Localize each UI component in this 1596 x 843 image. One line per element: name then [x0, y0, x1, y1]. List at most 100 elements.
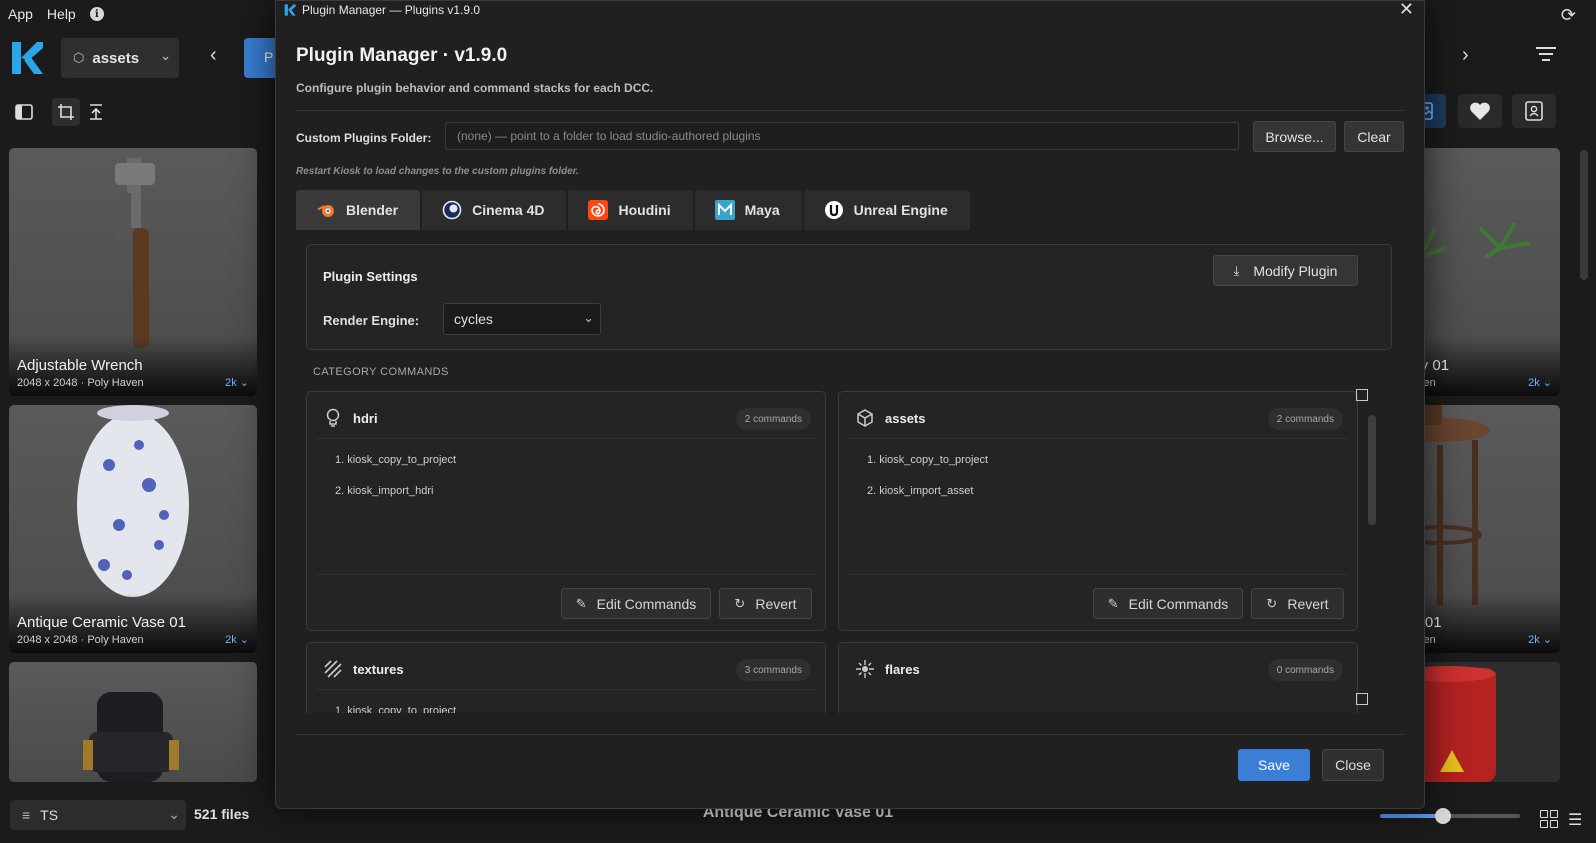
revert-icon: ↻: [1266, 595, 1278, 611]
asset-card[interactable]: Adjustable Wrench 2048 x 2048 · Poly Hav…: [9, 148, 257, 396]
sidebar-toggle-icon[interactable]: [10, 98, 38, 126]
resolution-value: 2k: [225, 377, 237, 389]
category-header: assets: [855, 408, 925, 428]
edit-commands-label: Edit Commands: [1128, 595, 1229, 612]
asset-title: Antique Ceramic Vase 01: [17, 614, 186, 631]
resolution-select[interactable]: 2k ⌄: [1528, 376, 1552, 389]
restart-note: Restart Kiosk to load changes to the cus…: [296, 166, 579, 177]
scroll-marker-bottom: [1356, 693, 1368, 705]
app-logo: [12, 42, 43, 74]
flare-icon: [855, 659, 875, 679]
menu-help[interactable]: Help: [47, 6, 76, 22]
modify-plugin-label: Modify Plugin: [1253, 262, 1338, 279]
command-item: 2. kiosk_import_asset: [867, 485, 974, 497]
cinema4d-icon: [442, 200, 462, 220]
revert-button[interactable]: ↻ Revert: [719, 588, 812, 619]
plugin-manager-dialog: Plugin Manager — Plugins v1.9.0 ✕ Plugin…: [275, 0, 1425, 809]
divider: [849, 574, 1347, 575]
crop-icon[interactable]: [52, 98, 80, 126]
tab-houdini[interactable]: Houdini: [568, 190, 693, 230]
category-card-flares: flares 0 commands: [838, 642, 1358, 713]
asset-card[interactable]: Antique Ceramic Vase 01 2048 x 2048 · Po…: [9, 405, 257, 653]
chevron-down-icon: ⌄: [160, 48, 171, 63]
category-card-hdri: hdri 2 commands 1. kiosk_copy_to_project…: [306, 391, 826, 631]
pencil-icon: ✎: [575, 595, 587, 611]
close-icon[interactable]: ✕: [1399, 1, 1414, 20]
library-select[interactable]: ⬡ assets ⌄: [61, 38, 179, 78]
edit-commands-button[interactable]: ✎ Edit Commands: [1093, 588, 1243, 619]
tab-label: Maya: [744, 202, 780, 218]
resolution-value: 2k: [1528, 634, 1540, 646]
resolution-select[interactable]: 2k ⌄: [1528, 633, 1552, 646]
menu-app[interactable]: App: [8, 6, 33, 22]
pencil-icon: ✎: [1107, 595, 1119, 611]
texture-icon: [323, 659, 343, 679]
command-item: 1. kiosk_copy_to_project: [867, 454, 989, 466]
resolution-select[interactable]: 2k ⌄: [225, 633, 249, 646]
chevron-left-icon[interactable]: ‹: [210, 44, 217, 67]
modify-plugin-button[interactable]: ⤓ Modify Plugin: [1213, 255, 1358, 286]
plugin-settings-panel: Plugin Settings ⤓ Modify Plugin Render E…: [306, 244, 1392, 350]
asset-meta: 2048 x 2048 · Poly Haven: [17, 377, 144, 389]
chevron-right-icon[interactable]: ›: [1462, 44, 1469, 67]
category-header: textures: [323, 659, 404, 679]
category-card-textures: textures 3 commands 1. kiosk_copy_to_pro…: [306, 642, 826, 713]
browse-button[interactable]: Browse...: [1253, 121, 1336, 152]
asset-title: Adjustable Wrench: [17, 357, 143, 374]
upload-icon[interactable]: [82, 98, 110, 126]
zoom-slider[interactable]: [1380, 808, 1520, 824]
tab-maya[interactable]: Maya: [694, 190, 802, 230]
chevron-down-icon: ⌄: [583, 310, 594, 325]
render-engine-value: cycles: [454, 311, 493, 327]
divider: [317, 438, 815, 439]
tab-label: Houdini: [618, 202, 671, 218]
category-list: hdri 2 commands 1. kiosk_copy_to_project…: [306, 391, 1366, 713]
edit-commands-label: Edit Commands: [596, 595, 697, 612]
info-icon[interactable]: i: [89, 7, 104, 21]
category-name: assets: [885, 410, 926, 426]
clear-button[interactable]: Clear: [1344, 121, 1404, 152]
library-select-value: assets: [92, 49, 140, 67]
category-name: flares: [885, 661, 920, 677]
category-name: textures: [353, 661, 404, 677]
list-view-icon[interactable]: ☰: [1568, 810, 1582, 830]
category-scrollbar[interactable]: [1368, 401, 1376, 711]
tab-label: Cinema 4D: [472, 202, 545, 218]
revert-button[interactable]: ↻ Revert: [1251, 588, 1344, 619]
tab-unreal-engine[interactable]: Unreal Engine: [803, 190, 970, 230]
tab-label: Blender: [346, 202, 399, 218]
heart-icon[interactable]: [1458, 94, 1502, 128]
category-commands-heading: CATEGORY COMMANDS: [313, 366, 449, 378]
tab-cinema4d[interactable]: Cinema 4D: [422, 190, 567, 230]
category-header: flares: [855, 659, 920, 679]
filter-icon[interactable]: [1536, 47, 1556, 61]
resolution-select[interactable]: 2k ⌄: [225, 376, 249, 389]
divider: [296, 734, 1404, 735]
dialog-title: Plugin Manager · v1.9.0: [296, 45, 508, 66]
asset-card[interactable]: [9, 662, 257, 782]
custom-folder-input[interactable]: (none) — point to a folder to load studi…: [445, 122, 1239, 150]
revert-icon: ↻: [734, 595, 746, 611]
grid-scrollbar[interactable]: [1580, 150, 1588, 280]
command-count-badge: 3 commands: [735, 659, 811, 681]
zoom-slider-handle[interactable]: [1435, 808, 1451, 824]
refresh-icon[interactable]: ⟳: [1561, 5, 1576, 26]
close-button[interactable]: Close: [1322, 749, 1384, 781]
unreal-icon: [824, 200, 844, 220]
revert-label: Revert: [755, 595, 797, 612]
tab-blender[interactable]: Blender: [296, 190, 421, 230]
contact-card-icon[interactable]: [1512, 94, 1556, 128]
asset-thumbnail: [9, 662, 257, 782]
save-button[interactable]: Save: [1238, 749, 1310, 781]
edit-commands-button[interactable]: ✎ Edit Commands: [561, 588, 711, 619]
command-count-badge: 2 commands: [735, 408, 811, 430]
command-count-badge: 2 commands: [1267, 408, 1343, 430]
resolution-value: 2k: [225, 634, 237, 646]
category-scrollbar-thumb[interactable]: [1368, 415, 1376, 525]
divider: [296, 110, 1404, 111]
grid-view-icon[interactable]: [1540, 810, 1558, 828]
command-item: 1. kiosk_copy_to_project: [335, 454, 457, 466]
render-engine-select[interactable]: cycles ⌄: [443, 303, 601, 335]
maya-icon: [714, 200, 735, 220]
dcc-tabs: Blender Cinema 4D Houdini Maya Unreal En…: [296, 190, 970, 230]
